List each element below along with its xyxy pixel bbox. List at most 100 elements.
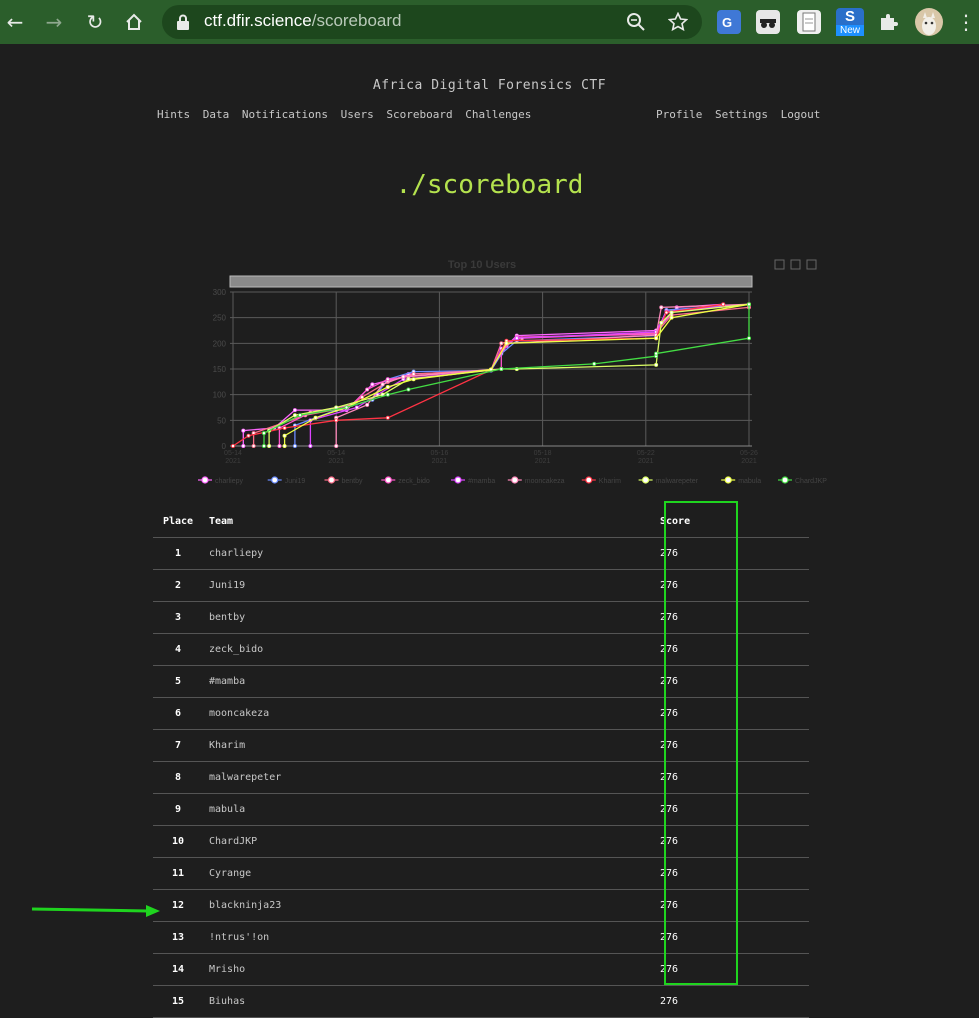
- nav-settings[interactable]: Settings: [715, 108, 768, 121]
- row-team-link[interactable]: bentby: [203, 601, 631, 634]
- data-point: [499, 341, 504, 346]
- data-point: [504, 341, 509, 346]
- site-brand[interactable]: Africa Digital Forensics CTF: [0, 78, 979, 93]
- row-team-link[interactable]: zeck_bido: [203, 633, 631, 666]
- restore-icon[interactable]: [790, 259, 801, 270]
- nav-data[interactable]: Data: [203, 108, 230, 121]
- nav-right: Profile Settings Logout: [656, 108, 826, 121]
- legend-label: malwarepeter: [656, 478, 699, 485]
- x-tick-label: 05-14: [224, 450, 242, 457]
- row-score: 276: [631, 985, 809, 1018]
- data-point: [241, 428, 246, 433]
- header-team[interactable]: Team: [203, 506, 631, 538]
- series-line-mabula: [283, 303, 750, 446]
- legend-marker: [327, 476, 336, 484]
- s-new-extension-icon[interactable]: S New: [836, 8, 864, 36]
- address-bar[interactable]: ctf.dfir.science/scoreboard: [162, 5, 702, 39]
- zoom-reset-icon[interactable]: [774, 259, 785, 270]
- header-place[interactable]: Place: [153, 506, 203, 538]
- data-point: [385, 384, 390, 389]
- back-icon[interactable]: ←: [1, 8, 29, 36]
- data-point: [251, 443, 256, 448]
- legend-label: Kharim: [599, 478, 621, 485]
- bookmark-star-icon[interactable]: [668, 12, 688, 32]
- translate-extension-icon[interactable]: G: [717, 10, 741, 34]
- home-icon[interactable]: [120, 8, 148, 36]
- row-place: 9: [153, 793, 203, 826]
- nav-logout[interactable]: Logout: [781, 108, 821, 121]
- legend-marker: [271, 476, 279, 484]
- legend-label: bentby: [342, 478, 364, 485]
- download-icon[interactable]: [806, 259, 817, 270]
- row-place: 2: [153, 569, 203, 602]
- y-tick-label: 100: [213, 391, 227, 400]
- nav-challenges[interactable]: Challenges: [465, 108, 531, 121]
- nav-users[interactable]: Users: [341, 108, 374, 121]
- data-point: [664, 310, 669, 315]
- nav-profile[interactable]: Profile: [656, 108, 702, 121]
- data-point: [499, 367, 504, 372]
- legend-marker: [511, 476, 519, 484]
- data-point: [282, 433, 287, 438]
- row-team-link[interactable]: malwarepeter: [203, 761, 631, 794]
- row-team-link[interactable]: Juni19: [203, 569, 631, 602]
- data-point: [401, 374, 406, 379]
- nav-hints[interactable]: Hints: [157, 108, 190, 121]
- row-team-link[interactable]: #mamba: [203, 665, 631, 698]
- data-point: [313, 415, 318, 420]
- row-team-link[interactable]: ChardJKP: [203, 825, 631, 858]
- row-team-link[interactable]: charliepy: [203, 537, 631, 570]
- row-place: 3: [153, 601, 203, 634]
- svg-text:G: G: [722, 15, 732, 30]
- x-tick-label: 2021: [535, 458, 551, 465]
- annotation-arrow: [31, 905, 160, 917]
- row-team-link[interactable]: Mrisho: [203, 953, 631, 986]
- data-point: [282, 426, 287, 431]
- row-team-link[interactable]: !ntrus'!on: [203, 921, 631, 954]
- row-place: 4: [153, 633, 203, 666]
- reload-icon[interactable]: ↻: [81, 8, 109, 36]
- legend-label: mabula: [738, 478, 761, 485]
- incognito-extension-icon[interactable]: [756, 10, 780, 34]
- y-tick-label: 200: [213, 339, 227, 348]
- data-point: [669, 315, 674, 320]
- series-line-Kharim: [232, 303, 724, 447]
- zoom-icon[interactable]: [626, 12, 646, 32]
- series-line-malwarepeter: [268, 303, 750, 446]
- document-extension-icon[interactable]: [797, 10, 821, 34]
- table-row: 15 Biuhas 276: [153, 985, 809, 1018]
- legend-label: Juni19: [285, 478, 306, 485]
- row-team-link[interactable]: mooncakeza: [203, 697, 631, 730]
- row-place: 1: [153, 537, 203, 570]
- nav-scoreboard[interactable]: Scoreboard: [386, 108, 452, 121]
- x-tick-label: 2021: [432, 458, 448, 465]
- row-place: 15: [153, 985, 203, 1018]
- extensions-puzzle-icon[interactable]: [877, 10, 901, 34]
- legend-marker: [585, 476, 593, 484]
- row-team-link[interactable]: Cyrange: [203, 857, 631, 890]
- row-team-link[interactable]: Biuhas: [203, 985, 631, 1018]
- row-place: 11: [153, 857, 203, 890]
- data-point: [231, 443, 236, 448]
- nav-notifications[interactable]: Notifications: [242, 108, 328, 121]
- profile-avatar[interactable]: [915, 8, 943, 36]
- x-tick-label: 2021: [225, 458, 241, 465]
- data-point: [292, 443, 297, 448]
- data-point: [308, 443, 313, 448]
- data-point: [334, 418, 339, 423]
- legend-marker: [201, 476, 209, 484]
- row-team-link[interactable]: Kharim: [203, 729, 631, 762]
- legend-label: charliepy: [215, 478, 244, 485]
- row-team-link[interactable]: mabula: [203, 793, 631, 826]
- menu-kebab-icon[interactable]: ⋮: [956, 8, 976, 36]
- legend-marker: [384, 476, 392, 484]
- data-point: [261, 443, 266, 448]
- forward-icon[interactable]: →: [40, 8, 68, 36]
- zoom-slider[interactable]: [229, 275, 753, 288]
- data-point: [747, 336, 752, 341]
- row-team-link[interactable]: blackninja23: [203, 889, 631, 922]
- data-point: [277, 443, 282, 448]
- data-point: [411, 377, 416, 382]
- data-point: [365, 387, 370, 392]
- series-line-bentby: [252, 306, 750, 446]
